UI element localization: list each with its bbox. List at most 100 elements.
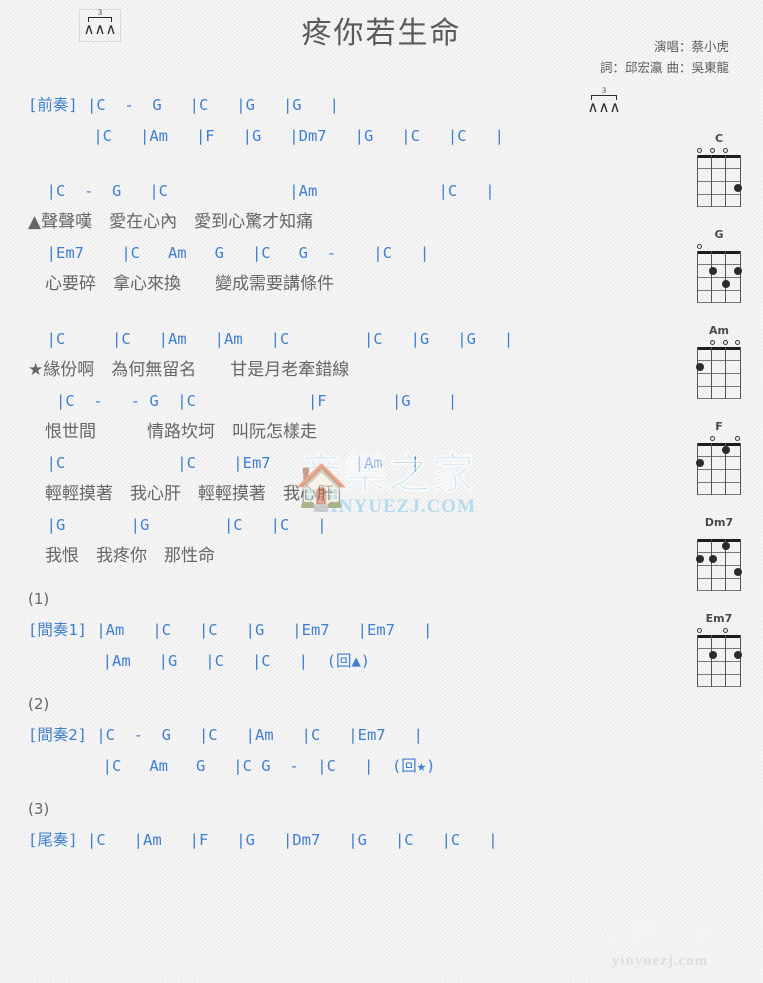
fret-line (697, 360, 741, 362)
fret-line (697, 565, 741, 567)
finger-dot (709, 555, 717, 563)
fret-line (697, 168, 741, 170)
fret-line (697, 552, 741, 554)
string-line (711, 251, 713, 303)
chord-diagram-column: C G Am F Dm7 Em7 (688, 133, 750, 709)
fretboard-grid (697, 635, 742, 688)
string-line (697, 155, 699, 207)
chord-diagram-c: C (688, 133, 750, 208)
lyric-line: ★緣份啊 為何無留名 甘是月老牽錯線 (28, 360, 350, 380)
chord-line: |G |G |C |C | (28, 516, 327, 534)
chord-line: |C Am G |C G - |C | (回★) (28, 757, 436, 775)
section-number: (1) (28, 590, 50, 608)
fret-line (697, 398, 741, 400)
sheet-section: |C |C |Am |Am |C |C |G |G | ★緣份啊 為何無留名 甘是… (0, 324, 690, 572)
fret-line (697, 482, 741, 484)
open-string-circle-icon (723, 148, 728, 153)
chord-line: |Em7 |C Am G |C G - |C | (28, 244, 430, 262)
fret-line (697, 302, 741, 304)
fret-line (697, 386, 741, 388)
open-string-circle-icon (710, 340, 715, 345)
section-number: (3) (28, 800, 50, 818)
open-string-circle-icon (723, 340, 728, 345)
chord-line: [間奏1] |Am |C |C |G |Em7 |Em7 | (28, 621, 433, 639)
sheet-section: |C - G |C |Am |C | ▲聲聲嘆 愛在心內 愛到心驚才知痛 |Em7… (0, 176, 690, 300)
string-line (711, 155, 713, 207)
open-string-circle-icon (735, 340, 740, 345)
chord-diagram-g: G (688, 228, 750, 304)
fretboard-grid (697, 155, 742, 208)
fret-line (697, 686, 741, 688)
credits: 演唱：蔡小虎 詞：邱宏瀛 曲：吳東龍 (600, 36, 729, 78)
string-line (725, 155, 727, 207)
fret-line (697, 373, 741, 375)
fret-line (697, 648, 741, 650)
sheet-section: (2) [間奏2] |C - G |C |Am |C |Em7 | |C Am G… (0, 689, 690, 782)
string-line (697, 635, 699, 687)
string-line (739, 251, 741, 303)
finger-dot (734, 568, 742, 576)
finger-dot (709, 267, 717, 275)
fret-line (697, 674, 741, 676)
string-line (697, 539, 699, 591)
chord-line: [尾奏] |C |Am |F |G |Dm7 |G |C |C | (28, 831, 498, 849)
nut-line (697, 347, 741, 350)
fret-line (697, 494, 741, 496)
nut-line (697, 635, 741, 638)
finger-dot (696, 363, 704, 371)
nut-line (697, 443, 741, 446)
chord-line: |C |Am |F |G |Dm7 |G |C |C | (28, 127, 504, 145)
chord-diagram-label: Am (709, 324, 729, 337)
chord-line: |Am |G |C |C | (回▲) (28, 652, 371, 670)
open-string-circle-icon (710, 436, 715, 441)
chord-lyric-sheet: [前奏] |C - G |C |G |G | |C |Am |F |G |Dm7… (0, 90, 690, 868)
lyric-line: 恨世間 情路坎坷 叫阮怎樣走 (28, 422, 317, 442)
finger-dot (722, 280, 730, 288)
chord-diagram-label: Em7 (705, 612, 733, 625)
string-line (697, 347, 699, 399)
credit-writers: 詞：邱宏瀛 曲：吳東龍 (600, 60, 729, 75)
open-string-markers (697, 530, 741, 539)
chord-diagram-label: F (715, 420, 723, 433)
open-string-circle-icon (697, 628, 702, 633)
chord-line: |C - G |C |Am |C | (28, 182, 495, 200)
chord-line: [前奏] |C - G |C |G |G | (28, 96, 339, 114)
open-string-circle-icon (697, 148, 702, 153)
string-line (711, 635, 713, 687)
chord-diagram-em7: Em7 (688, 612, 750, 688)
chord-line: |C - - G |C |F |G | (28, 392, 458, 410)
section-number: (2) (28, 695, 50, 713)
fret-line (697, 277, 741, 279)
string-line (739, 443, 741, 495)
chord-diagram-f: F (688, 420, 750, 496)
finger-dot (734, 184, 742, 192)
open-string-circle-icon (710, 148, 715, 153)
finger-dot (734, 267, 742, 275)
finger-dot (722, 542, 730, 550)
string-line (711, 539, 713, 591)
chord-line: [間奏2] |C - G |C |Am |C |Em7 | (28, 726, 423, 744)
string-line (711, 443, 713, 495)
fret-line (697, 264, 741, 266)
chord-diagram-am: Am (688, 324, 750, 400)
chord-diagram-label: G (714, 228, 724, 241)
open-string-circle-icon (697, 244, 702, 249)
watermark-bottom-en: yinyuezj.com (611, 953, 709, 969)
fretboard-grid (696, 539, 742, 592)
string-line (725, 635, 727, 687)
nut-line (697, 155, 741, 158)
open-string-markers (697, 146, 741, 155)
string-line (739, 635, 741, 687)
chord-line: |C |C |Em7 |Am | (28, 454, 420, 472)
fret-line (697, 290, 741, 292)
lyric-line: 輕輕摸著 我心肝 輕輕摸著 我心肝 (28, 484, 334, 504)
fret-line (697, 456, 741, 458)
open-string-markers (697, 626, 741, 635)
fret-line (697, 206, 741, 208)
